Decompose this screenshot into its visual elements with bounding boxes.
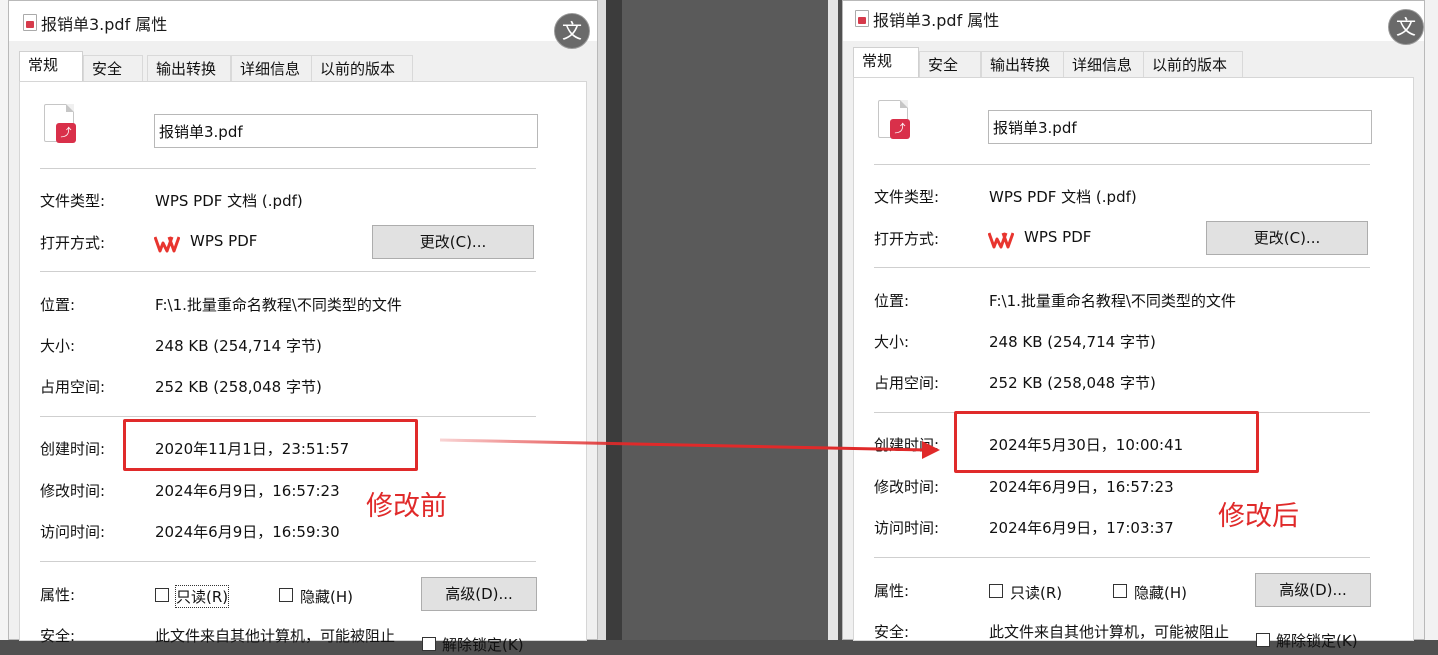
tab-output-convert[interactable]: 输出转换	[147, 55, 231, 81]
title-bar: 报销单3.pdf 属性	[843, 1, 1424, 41]
highlight-box-before	[123, 419, 418, 471]
background-window-left	[0, 0, 8, 640]
disk-size-label: 占用空间:	[40, 378, 106, 396]
open-with-label: 打开方式:	[874, 230, 940, 248]
location-value: F:\1.批量重命名教程\不同类型的文件	[155, 296, 402, 314]
highlight-box-after	[954, 411, 1259, 473]
unblock-label[interactable]: 解除锁定(K)	[1276, 630, 1358, 651]
properties-dialog-before: 报销单3.pdf 属性 文 常规 安全 输出转换 详细信息 以前的版本 ⤴ 文件…	[8, 0, 598, 654]
modified-value: 2024年6月9日，16:57:23	[989, 478, 1174, 496]
divider	[40, 271, 536, 272]
wps-logo-icon	[154, 236, 180, 253]
open-with-value: WPS PDF	[1024, 228, 1092, 246]
general-panel: ⤴ 文件类型: WPS PDF 文档 (.pdf) 打开方式: WPS PDF …	[853, 77, 1414, 650]
pdf-file-icon: ⤴	[44, 104, 76, 143]
advanced-button[interactable]: 高级(D)...	[1255, 573, 1371, 607]
size-value: 248 KB (254,714 字节)	[989, 333, 1156, 351]
properties-dialog-after: 报销单3.pdf 属性 文 常规 安全 输出转换 详细信息 以前的版本 ⤴ 文件…	[842, 0, 1425, 650]
close-button[interactable]: 文	[1388, 9, 1424, 45]
location-label: 位置:	[874, 292, 910, 310]
readonly-label[interactable]: 只读(R)	[174, 585, 230, 608]
security-text: 此文件来自其他计算机，可能被阻止	[155, 627, 396, 645]
filename-field[interactable]	[988, 110, 1372, 144]
divider	[40, 168, 536, 169]
hidden-label[interactable]: 隐藏(H)	[300, 586, 353, 607]
divider	[874, 164, 1370, 165]
unblock-label[interactable]: 解除锁定(K)	[442, 634, 524, 655]
size-value: 248 KB (254,714 字节)	[155, 337, 322, 355]
window-title: 报销单3.pdf 属性	[873, 11, 1000, 30]
pdf-file-icon: ⤴	[878, 100, 910, 139]
divider	[874, 557, 1370, 558]
modified-value: 2024年6月9日，16:57:23	[155, 482, 340, 500]
accessed-label: 访问时间:	[40, 523, 106, 541]
close-button[interactable]: 文	[554, 13, 590, 49]
tab-previous-versions[interactable]: 以前的版本	[1143, 51, 1243, 77]
size-label: 大小:	[874, 333, 910, 351]
filename-field[interactable]	[154, 114, 538, 148]
hidden-checkbox[interactable]	[1113, 584, 1127, 598]
tab-general[interactable]: 常规	[853, 47, 919, 79]
created-label: 创建时间:	[874, 436, 940, 454]
location-label: 位置:	[40, 296, 76, 314]
divider	[40, 416, 536, 417]
tab-security[interactable]: 安全	[83, 55, 143, 81]
file-type-label: 文件类型:	[40, 192, 106, 210]
general-panel: ⤴ 文件类型: WPS PDF 文档 (.pdf) 打开方式: WPS PDF …	[19, 81, 587, 654]
pdf-file-icon	[23, 14, 37, 31]
location-value: F:\1.批量重命名教程\不同类型的文件	[989, 292, 1236, 310]
accessed-value: 2024年6月9日，17:03:37	[989, 519, 1174, 537]
readonly-checkbox[interactable]	[989, 584, 1003, 598]
security-text: 此文件来自其他计算机，可能被阻止	[989, 623, 1230, 641]
size-label: 大小:	[40, 337, 76, 355]
window-title: 报销单3.pdf 属性	[41, 15, 168, 34]
tab-previous-versions[interactable]: 以前的版本	[311, 55, 413, 81]
created-label: 创建时间:	[40, 440, 106, 458]
background-window-middle	[598, 0, 838, 640]
file-type-value: WPS PDF 文档 (.pdf)	[155, 192, 303, 210]
change-button[interactable]: 更改(C)...	[372, 225, 534, 259]
readonly-checkbox[interactable]	[155, 588, 169, 602]
unblock-checkbox[interactable]	[1256, 633, 1270, 647]
tab-output-convert[interactable]: 输出转换	[981, 51, 1065, 77]
hidden-checkbox[interactable]	[279, 588, 293, 602]
close-icon: 文	[1396, 15, 1416, 39]
change-button[interactable]: 更改(C)...	[1206, 221, 1368, 255]
annotation-after: 修改后	[1218, 501, 1299, 532]
divider	[874, 267, 1370, 268]
background-window-right	[1425, 0, 1438, 640]
accessed-value: 2024年6月9日，16:59:30	[155, 523, 340, 541]
security-label: 安全:	[874, 623, 910, 641]
disk-size-value: 252 KB (258,048 字节)	[155, 378, 322, 396]
security-label: 安全:	[40, 627, 76, 645]
tab-general[interactable]: 常规	[19, 51, 83, 83]
wps-logo-icon	[988, 232, 1014, 249]
advanced-button[interactable]: 高级(D)...	[421, 577, 537, 611]
close-icon: 文	[562, 19, 582, 43]
file-type-label: 文件类型:	[874, 188, 940, 206]
annotation-before: 修改前	[366, 491, 447, 522]
tab-security[interactable]: 安全	[919, 51, 981, 77]
disk-size-value: 252 KB (258,048 字节)	[989, 374, 1156, 392]
modified-label: 修改时间:	[874, 478, 940, 496]
disk-size-label: 占用空间:	[874, 374, 940, 392]
modified-label: 修改时间:	[40, 482, 106, 500]
open-with-label: 打开方式:	[40, 234, 106, 252]
pdf-file-icon	[855, 10, 869, 27]
tab-details[interactable]: 详细信息	[231, 55, 313, 81]
accessed-label: 访问时间:	[874, 519, 940, 537]
file-type-value: WPS PDF 文档 (.pdf)	[989, 188, 1137, 206]
readonly-label[interactable]: 只读(R)	[1010, 582, 1062, 603]
hidden-label[interactable]: 隐藏(H)	[1134, 582, 1187, 603]
attributes-label: 属性:	[874, 582, 910, 600]
divider	[40, 561, 536, 562]
attributes-label: 属性:	[40, 586, 76, 604]
open-with-value: WPS PDF	[190, 232, 258, 250]
title-bar: 报销单3.pdf 属性	[9, 1, 597, 41]
tab-details[interactable]: 详细信息	[1063, 51, 1145, 77]
unblock-checkbox[interactable]	[422, 637, 436, 651]
